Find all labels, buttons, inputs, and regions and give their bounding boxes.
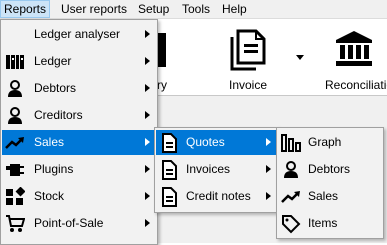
books-icon <box>5 52 25 72</box>
menu-item-label: Debtors <box>308 162 351 176</box>
person-icon <box>281 160 301 180</box>
menu-item-label: Quotes <box>186 135 225 149</box>
cart-icon <box>5 214 25 234</box>
bar-chart-icon <box>281 133 301 153</box>
menu-item-label: Plugins <box>34 162 74 176</box>
menu-item-point-of-sale[interactable]: Point-of-Sale <box>2 211 156 236</box>
menu-item-ledger-analyser[interactable]: Ledger analyser <box>2 22 156 47</box>
chevron-right-icon <box>266 192 271 200</box>
toolbar-reconciliation-label[interactable]: Reconciliation <box>325 78 387 92</box>
tag-icon <box>281 214 301 234</box>
menu-item-label: Debtors <box>34 81 77 95</box>
person-icon <box>5 79 25 99</box>
menu-item-sales[interactable]: Sales <box>278 184 382 209</box>
chevron-right-icon <box>266 138 271 146</box>
menu-item-invoices[interactable]: Invoices <box>156 157 277 182</box>
person-icon <box>5 106 25 126</box>
menu-item-label: Invoices <box>186 162 231 176</box>
chevron-right-icon <box>145 165 150 173</box>
chevron-right-icon <box>145 219 150 227</box>
menu-item-label: Stock <box>34 189 65 203</box>
menu-item-ledger[interactable]: Ledger <box>2 49 156 74</box>
menu-item-quotes[interactable]: Quotes <box>156 130 277 155</box>
menu-item-graph[interactable]: Graph <box>278 130 382 155</box>
reports-menu: Ledger analyser Ledger Debtors Creditors… <box>0 19 158 245</box>
bank-icon[interactable] <box>336 31 372 67</box>
menu-item-items[interactable]: Items <box>278 211 382 236</box>
menu-user-reports[interactable]: User reports <box>58 0 130 18</box>
menu-item-label: Point-of-Sale <box>34 216 104 230</box>
invoice-icon[interactable] <box>228 29 268 71</box>
menu-reports[interactable]: Reports <box>0 0 51 18</box>
menu-item-label: Ledger analyser <box>34 27 121 41</box>
chevron-right-icon <box>145 84 150 92</box>
menu-item-label: Sales <box>308 189 339 203</box>
menu-setup[interactable]: Setup <box>135 0 172 18</box>
plug-icon <box>5 160 25 180</box>
document-icon <box>159 160 179 180</box>
chevron-right-icon <box>145 111 150 119</box>
chevron-right-icon <box>145 30 150 38</box>
menu-help[interactable]: Help <box>219 0 250 18</box>
blocks-icon <box>5 187 25 207</box>
trend-icon <box>281 187 301 207</box>
menu-item-label: Graph <box>308 135 342 149</box>
menu-item-label: Sales <box>34 135 65 149</box>
menu-item-stock[interactable]: Stock <box>2 184 156 209</box>
menu-item-credit-notes[interactable]: Credit notes <box>156 184 277 209</box>
chevron-down-icon[interactable] <box>296 55 304 60</box>
menubar: Reports User reports Setup Tools Help <box>0 0 387 19</box>
menu-item-debtors[interactable]: Debtors <box>2 76 156 101</box>
chevron-right-icon <box>145 192 150 200</box>
quotes-submenu: Graph Debtors Sales Items <box>276 127 384 239</box>
menu-item-debtors[interactable]: Debtors <box>278 157 382 182</box>
menu-item-label: Items <box>308 216 338 230</box>
document-icon <box>159 133 179 153</box>
menu-item-label: Ledger <box>34 54 72 68</box>
trend-icon <box>5 133 25 153</box>
toolbar-invoice-label[interactable]: Invoice <box>229 78 267 92</box>
menu-item-sales[interactable]: Sales <box>2 130 156 155</box>
menu-item-creditors[interactable]: Creditors <box>2 103 156 128</box>
menu-item-plugins[interactable]: Plugins <box>2 157 156 182</box>
chevron-right-icon <box>145 57 150 65</box>
menu-tools[interactable]: Tools <box>179 0 213 18</box>
sales-submenu: Quotes Invoices Credit notes <box>154 127 279 213</box>
chevron-right-icon <box>145 138 150 146</box>
chevron-right-icon <box>266 165 271 173</box>
menu-item-label: Credit notes <box>186 189 251 203</box>
document-icon <box>159 187 179 207</box>
menu-item-label: Creditors <box>34 108 83 122</box>
